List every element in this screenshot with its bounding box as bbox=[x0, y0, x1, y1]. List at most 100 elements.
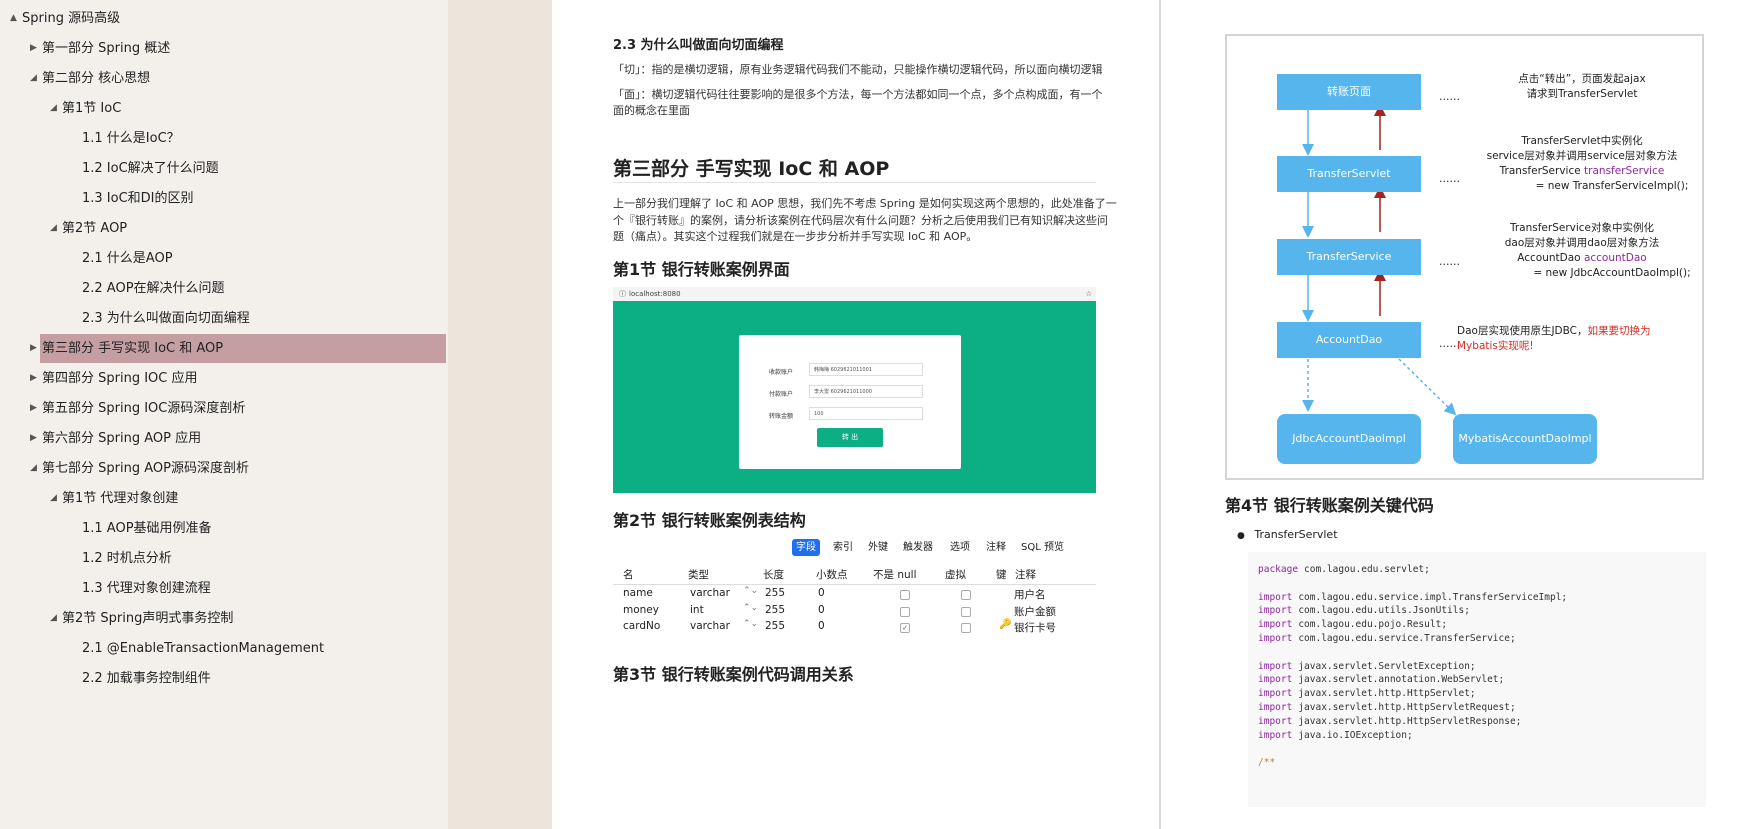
code-keyword: import bbox=[1258, 619, 1293, 631]
toc-item[interactable]: ◢ 第2节 AOP bbox=[0, 214, 446, 243]
toc-item[interactable]: ◢ 第七部分 Spring AOP源码深度剖析 bbox=[0, 454, 446, 483]
code-line: import javax.servlet.http.HttpServletResp… bbox=[1258, 716, 1521, 727]
sidebar-margin bbox=[448, 0, 552, 829]
toc-item[interactable]: 1.2 IoC解决了什么问题 bbox=[0, 154, 446, 183]
payee-input[interactable]: 韩梅梅 6029621011001 bbox=[809, 363, 923, 376]
collapse-arrow-icon[interactable]: ◢ bbox=[30, 64, 37, 93]
payer-input[interactable]: 李大雷 6029621011000 bbox=[809, 385, 923, 398]
collapse-arrow-icon[interactable]: ◢ bbox=[50, 214, 57, 243]
toc-item[interactable]: ◢ 第1节 IoC bbox=[0, 94, 446, 123]
note4-text: Dao层实现使用原生JDBC， bbox=[1457, 325, 1588, 337]
tab-foreign-key[interactable]: 外键 bbox=[864, 539, 892, 556]
code-keyword: import bbox=[1258, 688, 1293, 700]
box-transfer-servlet: TransferServlet bbox=[1277, 156, 1421, 192]
tab-options[interactable]: 选项 bbox=[946, 539, 974, 556]
toc-item-label: 第四部分 Spring IOC 应用 bbox=[42, 371, 198, 386]
expand-arrow-icon[interactable]: ▶ bbox=[30, 394, 37, 423]
toc-item[interactable]: ▶ 第一部分 Spring 概述 bbox=[0, 34, 446, 63]
bullet-dot: ● bbox=[1237, 531, 1245, 541]
toc-item[interactable]: ▶ 第四部分 Spring IOC 应用 bbox=[0, 364, 446, 393]
toc-item[interactable]: 2.2 加载事务控制组件 bbox=[0, 664, 446, 693]
toc-item[interactable]: 1.1 什么是IoC？ bbox=[0, 124, 446, 153]
section-1-heading: 第1节 银行转账案例界面 bbox=[613, 260, 790, 279]
toc-item-label: 第二部分 核心思想 bbox=[42, 71, 151, 86]
code-keyword: import bbox=[1258, 660, 1293, 672]
tab-trigger[interactable]: 触发器 bbox=[899, 539, 937, 556]
code-line: import javax.servlet.ServletException; bbox=[1258, 661, 1476, 672]
collapse-arrow-icon[interactable]: ◢ bbox=[50, 604, 57, 633]
note3-type: AccountDao bbox=[1517, 252, 1584, 264]
section-2-heading: 第2节 银行转账案例表结构 bbox=[613, 511, 806, 530]
expand-arrow-icon[interactable]: ▶ bbox=[30, 34, 37, 63]
not-null-checkbox[interactable]: ✓ bbox=[900, 623, 910, 633]
toc-item[interactable]: ▶ 第五部分 Spring IOC源码深度剖析 bbox=[0, 394, 446, 423]
code-text: javax.servlet.http.HttpServletResponse; bbox=[1298, 715, 1522, 727]
type-stepper-icon[interactable]: ⌃⌄ bbox=[743, 603, 758, 613]
browser-bar: ⓘ localhost:8080 ☆ bbox=[613, 287, 1096, 301]
col-key: 键 bbox=[996, 569, 1007, 581]
col-name: 名 bbox=[623, 569, 634, 581]
type-stepper-icon[interactable]: ⌃⌄ bbox=[743, 586, 758, 596]
expand-arrow-icon[interactable]: ▶ bbox=[30, 334, 37, 363]
cell-type: varchar bbox=[690, 620, 730, 632]
toc-item[interactable]: ▲ Spring 源码高级 bbox=[0, 4, 446, 33]
collapse-arrow-icon[interactable]: ◢ bbox=[50, 94, 57, 123]
toc-item[interactable]: 1.2 时机点分析 bbox=[0, 544, 446, 573]
not-null-checkbox[interactable] bbox=[900, 590, 910, 600]
note2-line1: TransferServlet中实例化 bbox=[1521, 135, 1643, 147]
tab-index[interactable]: 索引 bbox=[829, 539, 857, 556]
toc-item-label: 1.2 时机点分析 bbox=[82, 551, 172, 566]
code-text: javax.servlet.ServletException; bbox=[1298, 660, 1476, 672]
expand-arrow-icon[interactable]: ▶ bbox=[30, 364, 37, 393]
virtual-checkbox[interactable] bbox=[961, 606, 971, 617]
toc-item-label: 第2节 Spring声明式事务控制 bbox=[62, 611, 234, 626]
toc-item[interactable]: 1.1 AOP基础用例准备 bbox=[0, 514, 446, 543]
box-account-dao: AccountDao bbox=[1277, 322, 1421, 358]
toc-item[interactable]: ◢ 第二部分 核心思想 bbox=[0, 64, 446, 93]
code-line: import javax.servlet.annotation.WebServle… bbox=[1258, 674, 1504, 685]
table-row[interactable]: money int 255 0 账户金额 ⌃⌄ bbox=[613, 603, 1096, 620]
toc-item[interactable]: 1.3 IoC和DI的区别 bbox=[0, 184, 446, 213]
expand-arrow-icon[interactable]: ▶ bbox=[30, 424, 37, 453]
not-null-checkbox[interactable] bbox=[900, 606, 910, 617]
paragraph-mian-1: 「面」：横切逻辑代码往往要影响的是很多个方法，每一个方法都如同一个点，多个点构成… bbox=[613, 88, 1103, 101]
cell-decimal: 0 bbox=[818, 587, 825, 599]
virtual-checkbox[interactable] bbox=[961, 590, 971, 600]
col-type: 类型 bbox=[688, 569, 709, 581]
transfer-ui-screenshot: ⓘ localhost:8080 ☆ 收款账户 韩梅梅 602962101100… bbox=[613, 287, 1096, 493]
tab-sql-preview[interactable]: SQL 预览 bbox=[1017, 539, 1068, 556]
toc-item[interactable]: ◢ 第1节 代理对象创建 bbox=[0, 484, 446, 513]
toc-item[interactable]: ◢ 第2节 Spring声明式事务控制 bbox=[0, 604, 446, 633]
code-line: import com.lagou.edu.utils.JsonUtils; bbox=[1258, 605, 1470, 616]
toc-item[interactable]: ▶ 第三部分 手写实现 IoC 和 AOP bbox=[30, 334, 446, 363]
code-text: com.lagou.edu.pojo.Result; bbox=[1298, 619, 1448, 631]
collapse-arrow-icon[interactable]: ◢ bbox=[30, 454, 37, 483]
intro-line-3: 题（痛点）。其实这个过程我们就是在一步步分析并手写实现 IoC 和 AOP。 bbox=[613, 230, 978, 243]
toc-item-label: 2.2 加载事务控制组件 bbox=[82, 671, 211, 686]
toc-item-label: 2.1 什么是AOP bbox=[82, 251, 173, 266]
table-row[interactable]: cardNo varchar 255 0 银行卡号 ⌃⌄ ✓ 🔑 bbox=[613, 619, 1096, 636]
type-stepper-icon[interactable]: ⌃⌄ bbox=[743, 619, 758, 629]
collapse-arrow-icon[interactable]: ◢ bbox=[50, 484, 57, 513]
toc-item[interactable]: 2.3 为什么叫做面向切面编程 bbox=[0, 304, 446, 333]
tab-comment[interactable]: 注释 bbox=[982, 539, 1010, 556]
code-text: com.lagou.edu.utils.JsonUtils; bbox=[1298, 605, 1470, 617]
code-line: import com.lagou.edu.service.TransferServ… bbox=[1258, 633, 1516, 644]
toc-item[interactable]: 1.3 代理对象创建流程 bbox=[0, 574, 446, 603]
virtual-checkbox[interactable] bbox=[961, 623, 971, 633]
cell-type: int bbox=[690, 603, 704, 616]
toc-item[interactable]: ▶ 第六部分 Spring AOP 应用 bbox=[0, 424, 446, 453]
amount-input[interactable]: 100 bbox=[809, 407, 923, 420]
toc-item-label: 1.3 代理对象创建流程 bbox=[82, 581, 211, 596]
table-row[interactable]: name varchar 255 0 用户名 ⌃⌄ bbox=[613, 586, 1096, 603]
transfer-button[interactable]: 转 出 bbox=[817, 428, 883, 447]
code-keyword: import bbox=[1258, 605, 1293, 617]
toc-item[interactable]: 2.1 什么是AOP bbox=[0, 244, 446, 273]
tab-fields[interactable]: 字段 bbox=[792, 539, 820, 556]
note3-line3: AccountDao accountDao bbox=[1462, 251, 1702, 266]
collapse-arrow-icon[interactable]: ▲ bbox=[10, 4, 17, 33]
toc-item[interactable]: 2.1 @EnableTransactionManagement bbox=[0, 634, 446, 663]
cell-comment: 账户金额 bbox=[1014, 605, 1056, 618]
payer-label: 付款账户 bbox=[769, 391, 794, 398]
toc-item[interactable]: 2.2 AOP在解决什么问题 bbox=[0, 274, 446, 303]
